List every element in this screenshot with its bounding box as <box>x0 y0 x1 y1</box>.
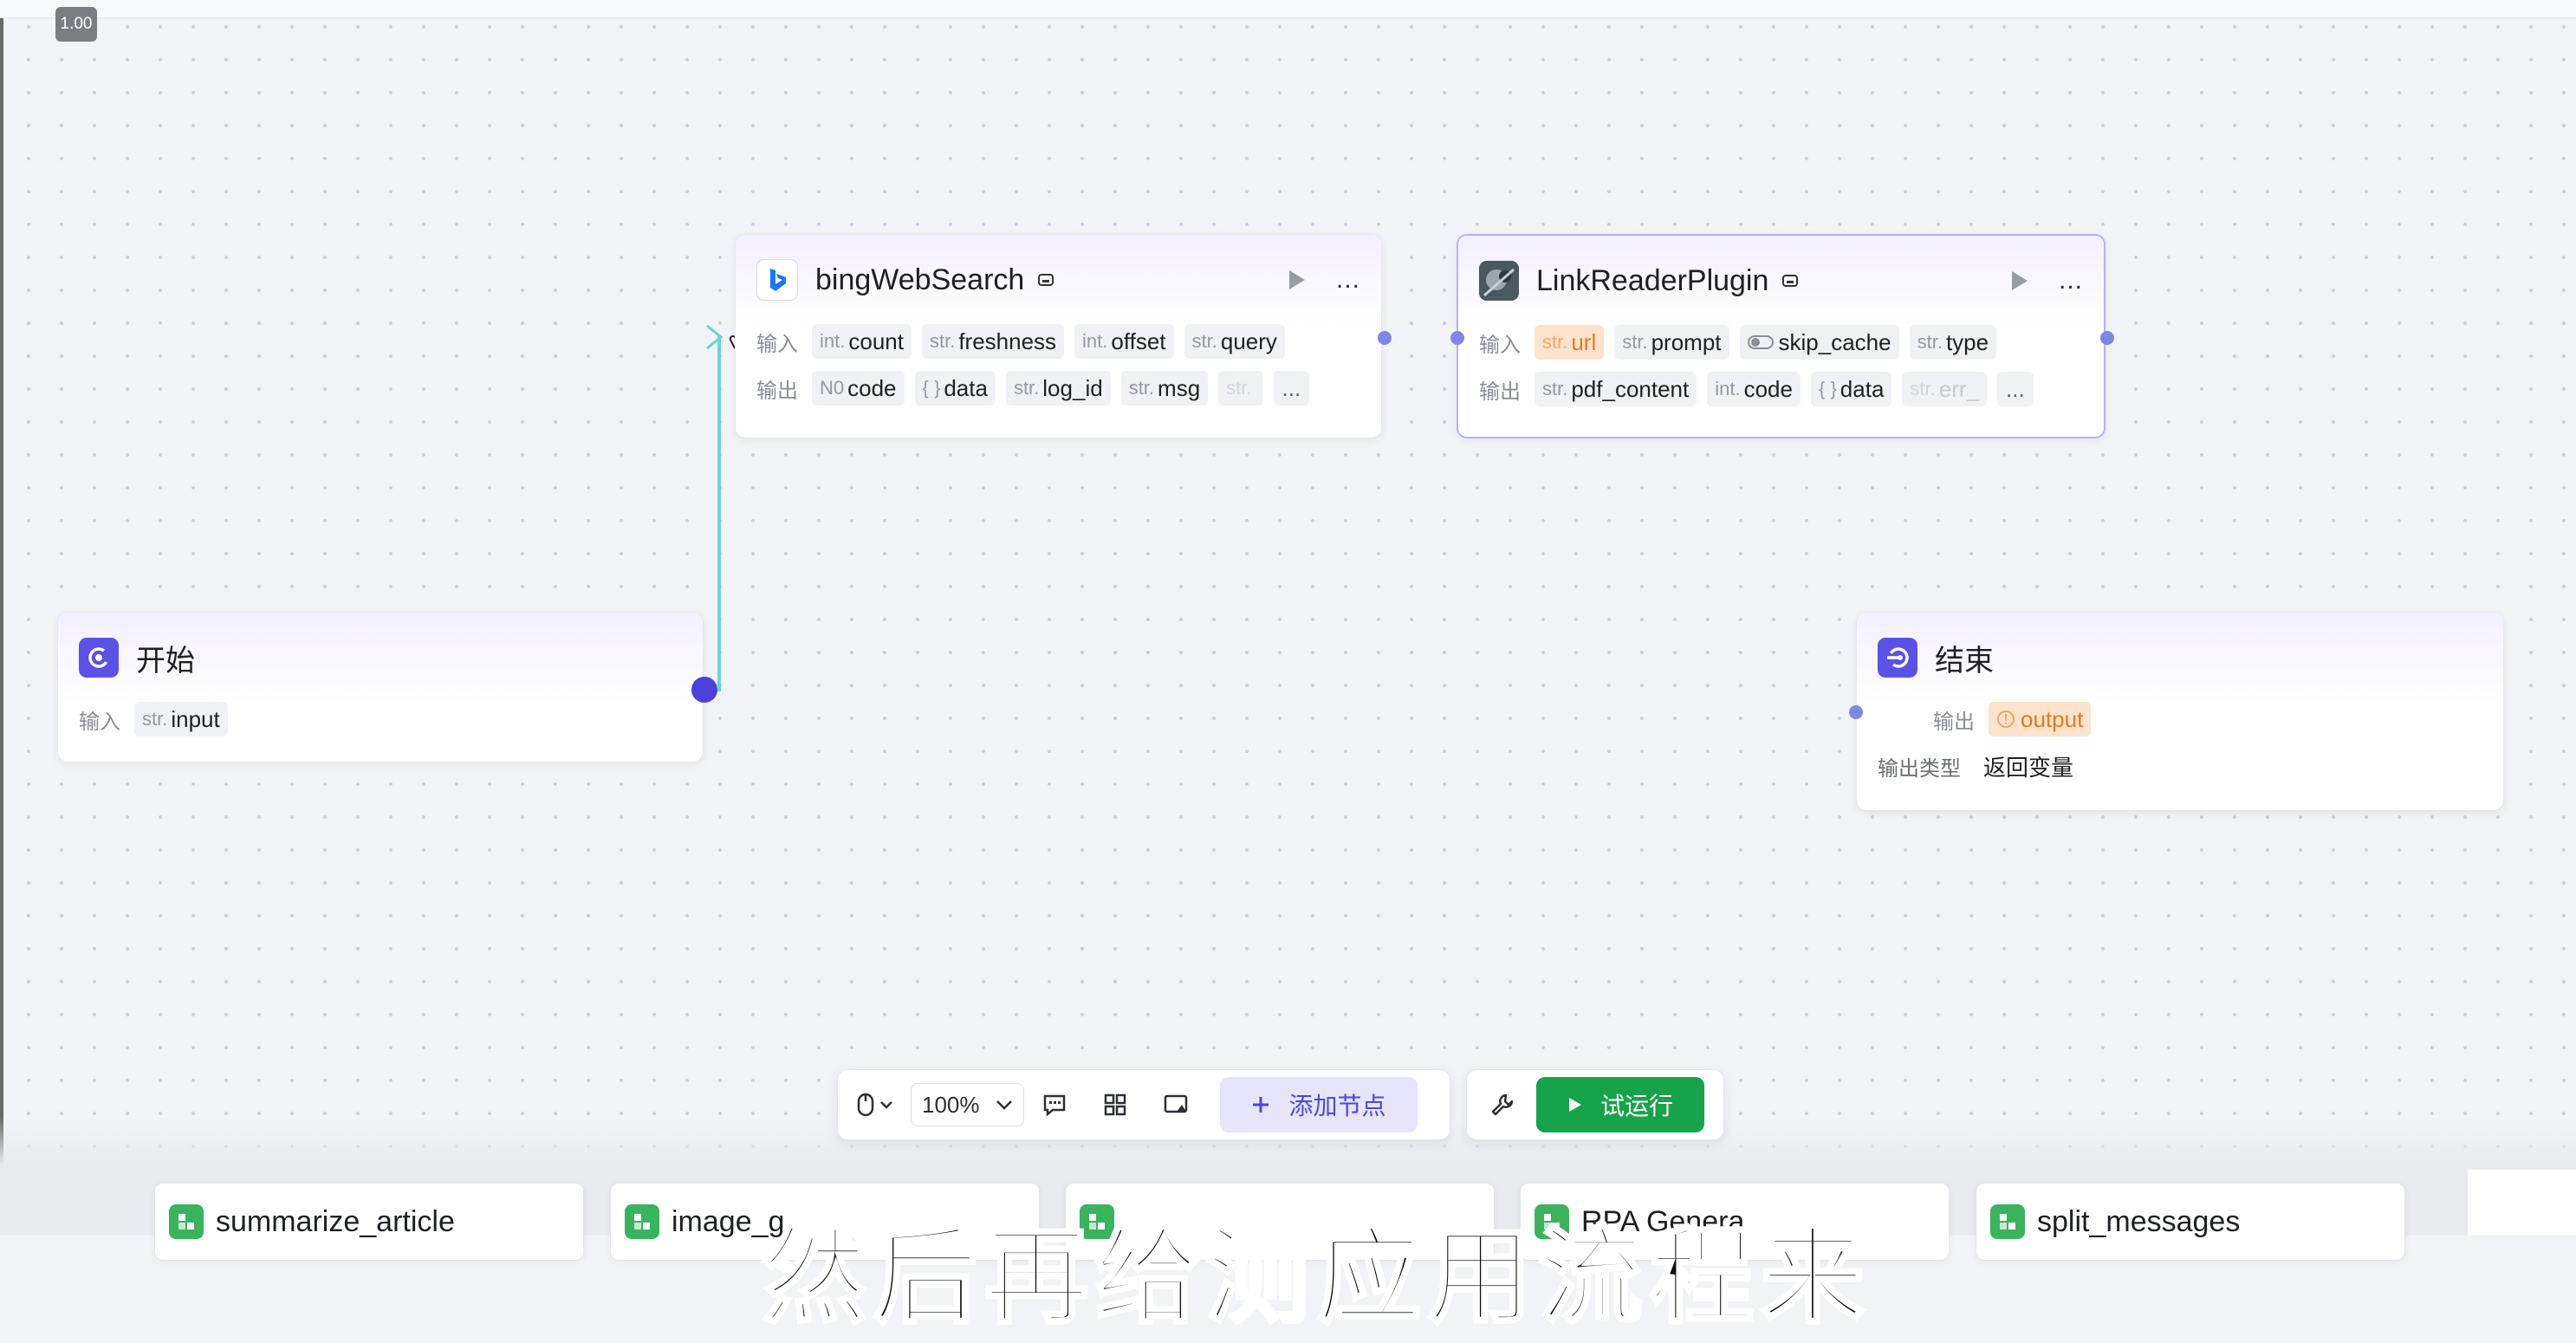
node-title: 结束 <box>1935 644 1994 678</box>
comment-button[interactable] <box>1024 1093 1085 1117</box>
add-node-button[interactable]: 添加节点 <box>1219 1077 1418 1132</box>
layout-grid-icon <box>1104 1093 1126 1116</box>
param-tag: N0 code <box>812 371 905 405</box>
param-tag: skip_cache <box>1739 325 1899 360</box>
plugin-card[interactable]: summarize_article <box>154 1183 584 1261</box>
node-title: LinkReaderPlugin <box>1536 263 1769 297</box>
top-bar <box>0 0 2576 18</box>
node-start[interactable]: 开始 输入 str. input <box>57 612 704 762</box>
warning-circle-icon <box>1997 710 2015 728</box>
add-node-label: 添加节点 <box>1288 1093 1386 1119</box>
plugin-card[interactable]: split_messages <box>1976 1183 2405 1261</box>
end-icon <box>1878 638 1917 678</box>
node-title: bingWebSearch <box>815 263 1025 296</box>
param-tag: int. count <box>812 324 912 359</box>
auto-layout-button[interactable] <box>1085 1093 1145 1117</box>
output-label: 输出 <box>756 379 798 403</box>
more-outputs-button[interactable]: ... <box>1273 371 1310 405</box>
input-port[interactable] <box>1450 331 1464 345</box>
mouse-mode-button[interactable] <box>845 1093 905 1117</box>
play-icon <box>1569 1098 1581 1112</box>
node-bing-web-search[interactable]: bingWebSearch ... 输入 int. count str. fresh… <box>735 234 1382 438</box>
param-tag: str. query <box>1184 324 1285 359</box>
video-subtitle: 然后再给测应用流程来 <box>761 1217 1872 1337</box>
param-tag: str. input <box>134 702 228 736</box>
chevron-down-icon <box>996 1100 1012 1110</box>
param-tag-warning: str. url <box>1535 325 1605 360</box>
edge-arrow-icon <box>706 324 723 350</box>
param-tag: int. code <box>1707 372 1801 406</box>
param-tag: { } data <box>914 371 996 405</box>
node-title: 开始 <box>136 644 195 678</box>
test-run-label: 试运行 <box>1600 1093 1674 1119</box>
param-tag: str. type <box>1909 325 1997 360</box>
input-label: 输入 <box>1479 333 1521 357</box>
plugin-card-label: summarize_article <box>216 1204 455 1238</box>
boolean-toggle-icon <box>1747 335 1774 349</box>
node-end[interactable]: 结束 输出 output 输出类型 返回变量 <box>1856 612 2504 811</box>
param-tag: str. err_ <box>1902 372 1987 406</box>
param-tag: str. log_id <box>1005 371 1111 405</box>
run-node-icon[interactable] <box>2010 269 2029 292</box>
more-options-icon[interactable]: ... <box>1336 265 1360 295</box>
node-link-reader-plugin[interactable]: LinkReaderPlugin ... 输入 str. url str. prom… <box>1457 234 2106 438</box>
mouse-icon <box>857 1093 874 1117</box>
bing-logo-icon <box>756 259 798 301</box>
param-tag: { } data <box>1810 372 1892 406</box>
link-reader-logo-icon <box>1479 261 1519 301</box>
comment-icon <box>1043 1094 1065 1117</box>
output-port[interactable] <box>1378 331 1392 345</box>
chevron-down-icon <box>880 1101 892 1109</box>
test-run-button[interactable]: 试运行 <box>1536 1077 1705 1132</box>
output-port[interactable] <box>2100 331 2114 345</box>
output-type-label: 输出类型 <box>1878 756 1961 781</box>
input-label: 输入 <box>756 332 798 356</box>
run-node-icon[interactable] <box>1288 269 1307 291</box>
corner-panel <box>2468 1170 2576 1236</box>
plugin-card-label: split_messages <box>2037 1204 2241 1238</box>
param-tag: str. <box>1218 371 1263 405</box>
minimap-icon <box>1164 1094 1187 1113</box>
connection-edge[interactable] <box>717 336 721 691</box>
minimap-button[interactable] <box>1145 1093 1206 1117</box>
plugin-card-icon <box>169 1204 204 1239</box>
param-tag: str. prompt <box>1614 325 1729 360</box>
run-toolbar: 试运行 <box>1466 1069 1724 1140</box>
output-label: 输出 <box>1479 380 1521 404</box>
output-variable-tag: output <box>1989 702 2092 736</box>
output-label: 输出 <box>1933 710 1975 734</box>
input-label: 输入 <box>79 710 120 734</box>
zoom-badge: 1.00 <box>55 7 97 42</box>
plugin-card-icon <box>1990 1204 2025 1239</box>
output-type-value: 返回变量 <box>1983 754 2074 781</box>
canvas-toolbar: 100% 添加节点 <box>837 1069 1450 1140</box>
plugin-card-icon <box>625 1204 659 1239</box>
param-tag: str. pdf_content <box>1535 372 1697 406</box>
zoom-select[interactable]: 100% <box>911 1083 1024 1126</box>
zoom-value: 100% <box>922 1091 980 1118</box>
settings-tool-button[interactable] <box>1474 1093 1531 1117</box>
input-port[interactable] <box>1849 705 1863 719</box>
plugin-icon <box>1782 275 1799 287</box>
start-icon <box>79 638 119 678</box>
more-outputs-button[interactable]: ... <box>1997 372 2034 406</box>
plus-icon <box>1252 1097 1269 1113</box>
more-options-icon[interactable]: ... <box>2059 266 2083 295</box>
output-port-active[interactable] <box>691 677 717 703</box>
plugin-icon <box>1038 274 1054 286</box>
param-tag: int. offset <box>1074 324 1174 359</box>
param-tag: str. freshness <box>921 324 1065 359</box>
wrench-icon <box>1491 1093 1514 1116</box>
param-tag: str. msg <box>1120 371 1209 405</box>
